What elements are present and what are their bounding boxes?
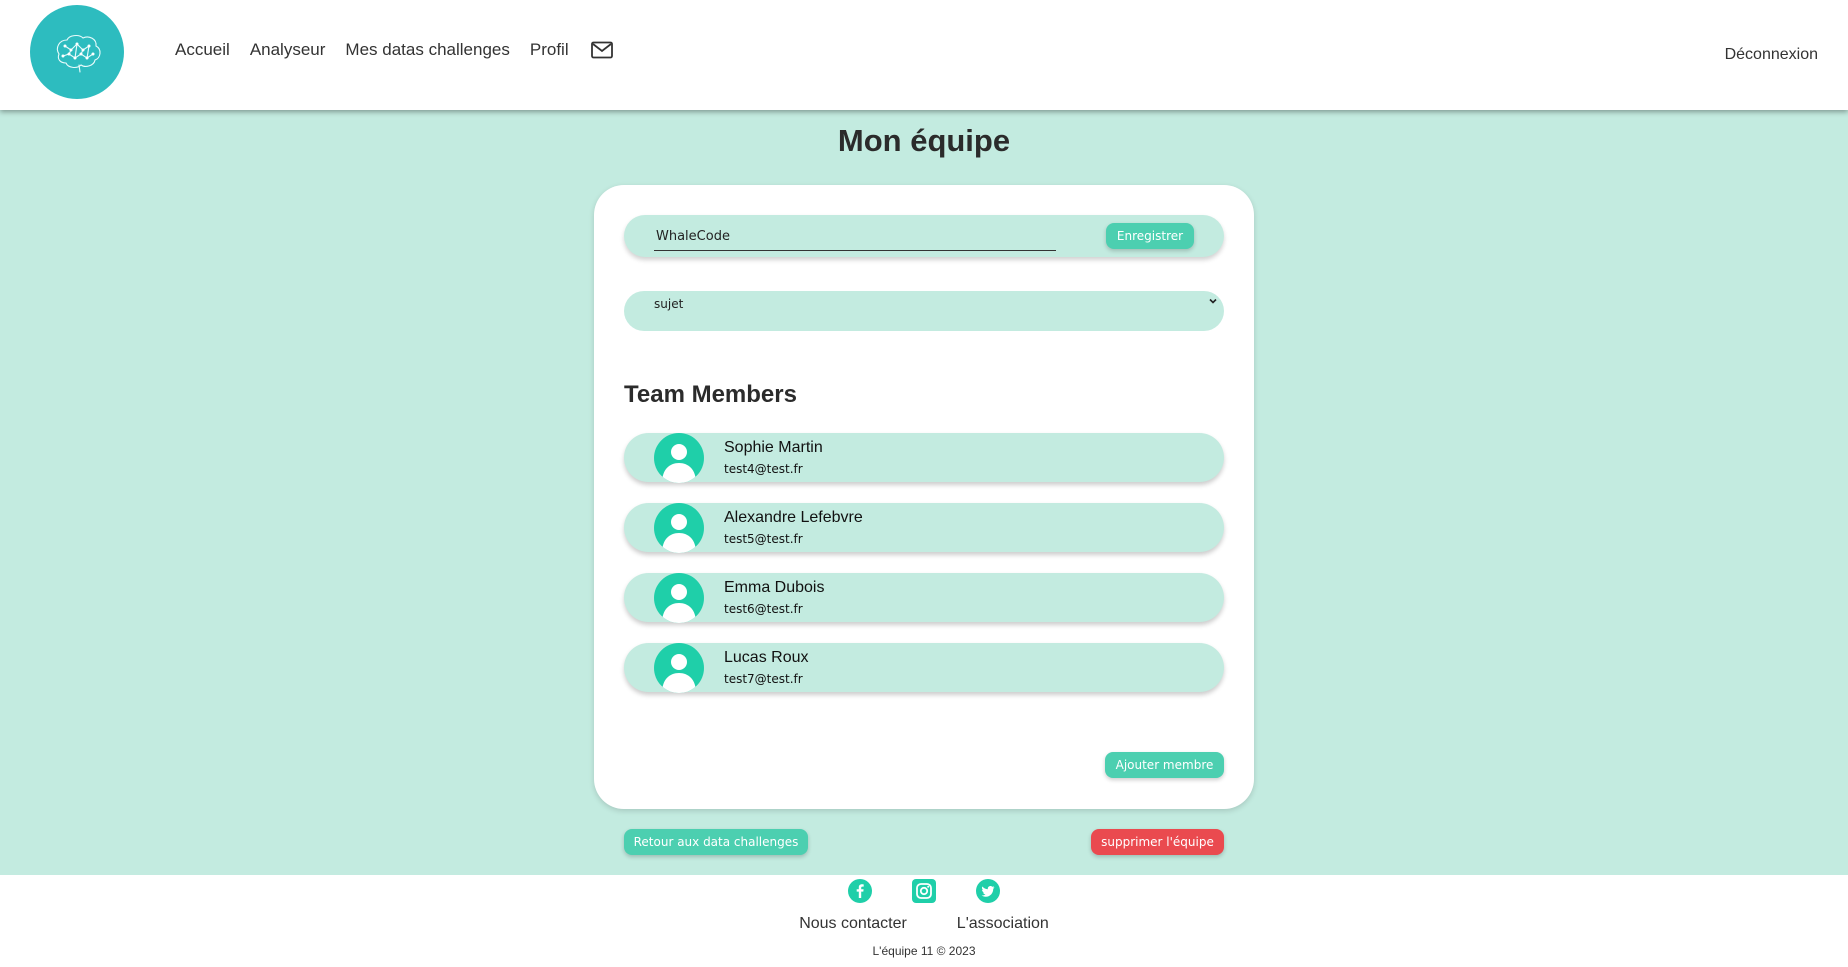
avatar-icon (654, 643, 704, 693)
twitter-icon[interactable] (976, 879, 1000, 903)
member-email: test5@test.fr (724, 532, 803, 546)
chevron-down-icon (1209, 298, 1217, 304)
avatar-icon (654, 433, 704, 483)
subject-selected-value: sujet (654, 297, 684, 311)
social-links (0, 879, 1848, 903)
team-name-row: Enregistrer (624, 215, 1224, 257)
avatar-icon (654, 503, 704, 553)
brain-logo[interactable] (30, 5, 124, 99)
team-name-input[interactable] (654, 223, 1056, 251)
member-email: test4@test.fr (724, 462, 803, 476)
back-to-challenges-button[interactable]: Retour aux data challenges (624, 829, 808, 855)
nav-accueil[interactable]: Accueil (175, 40, 230, 60)
instagram-icon[interactable] (912, 879, 936, 903)
footer: Nous contacter L'association L'équipe 11… (0, 875, 1848, 967)
page-title: Mon équipe (837, 123, 1011, 158)
logout-link[interactable]: Déconnexion (1725, 46, 1818, 64)
team-card: Enregistrer sujet Team Members Sophie Ma… (594, 185, 1254, 809)
main-nav: Accueil Analyseur Mes datas challenges P… (175, 40, 613, 60)
nav-profil[interactable]: Profil (530, 40, 569, 60)
mail-icon[interactable] (590, 41, 613, 59)
contact-link[interactable]: Nous contacter (799, 915, 907, 933)
team-members-title: Team Members (624, 381, 797, 408)
save-button[interactable]: Enregistrer (1106, 223, 1194, 249)
brain-icon (56, 35, 101, 73)
member-card: Lucas Roux test7@test.fr (624, 643, 1224, 693)
footer-links: Nous contacter L'association (0, 915, 1848, 933)
delete-team-button[interactable]: supprimer l'équipe (1091, 829, 1224, 855)
facebook-icon[interactable] (848, 879, 872, 903)
member-name: Sophie Martin (724, 439, 823, 456)
add-member-button[interactable]: Ajouter membre (1105, 752, 1224, 778)
member-name: Lucas Roux (724, 649, 809, 666)
member-email: test6@test.fr (724, 602, 803, 616)
member-card: Sophie Martin test4@test.fr (624, 433, 1224, 483)
member-card: Alexandre Lefebvre test5@test.fr (624, 503, 1224, 553)
member-card: Emma Dubois test6@test.fr (624, 573, 1224, 623)
association-link[interactable]: L'association (957, 915, 1049, 933)
copyright: L'équipe 11 © 2023 (872, 944, 976, 958)
member-name: Alexandre Lefebvre (724, 509, 863, 526)
member-email: test7@test.fr (724, 672, 803, 686)
nav-analyseur[interactable]: Analyseur (250, 40, 326, 60)
avatar-icon (654, 573, 704, 623)
top-header: Accueil Analyseur Mes datas challenges P… (0, 0, 1848, 110)
subject-select[interactable]: sujet (624, 291, 1224, 331)
member-name: Emma Dubois (724, 579, 825, 596)
nav-mes-datas-challenges[interactable]: Mes datas challenges (345, 40, 509, 60)
